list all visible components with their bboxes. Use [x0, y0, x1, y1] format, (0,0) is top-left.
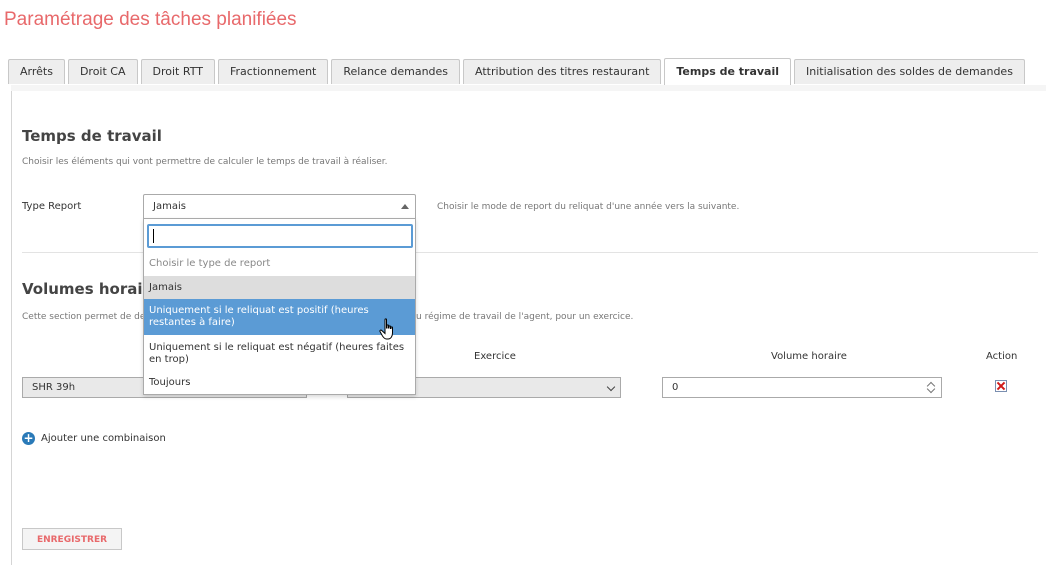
type-report-dropdown: Choisir le type de report Jamais Uniquem…	[143, 218, 416, 395]
volumes-description-right: u régime de travail de l'agent, pour un …	[416, 312, 634, 322]
text-caret	[153, 229, 154, 243]
dropdown-option-positif[interactable]: Uniquement si le reliquat est positif (h…	[144, 299, 415, 335]
dropdown-option-jamais[interactable]: Jamais	[144, 276, 415, 299]
save-button[interactable]: ENREGISTRER	[22, 528, 122, 550]
dropdown-option-negatif[interactable]: Uniquement si le reliquat est négatif (h…	[144, 335, 415, 372]
column-header-action: Action	[986, 351, 1018, 362]
type-report-help: Choisir le mode de report du reliquat d'…	[437, 202, 740, 212]
tab-attribution-titres-restaurant[interactable]: Attribution des titres restaurant	[463, 59, 662, 84]
column-header-volume-horaire: Volume horaire	[771, 351, 847, 362]
tab-fractionnement[interactable]: Fractionnement	[217, 59, 329, 84]
column-header-exercice: Exercice	[474, 351, 516, 362]
tab-bar: Arrêts Droit CA Droit RTT Fractionnement…	[8, 58, 1028, 85]
dropdown-option-placeholder: Choisir le type de report	[149, 258, 271, 269]
regime-value: SHR 39h	[32, 382, 76, 393]
section-title-temps-de-travail: Temps de travail	[22, 127, 162, 145]
caret-up-icon	[401, 204, 409, 209]
tab-relance-demandes[interactable]: Relance demandes	[331, 59, 461, 84]
plus-circle-icon: +	[22, 431, 35, 445]
hand-pointer-icon	[379, 318, 393, 340]
dropdown-search-input[interactable]	[147, 224, 413, 248]
tab-droit-rtt[interactable]: Droit RTT	[140, 59, 215, 84]
type-report-select[interactable]: Jamais	[143, 194, 416, 219]
panel-top-strip	[11, 85, 1046, 91]
add-combination-label: Ajouter une combinaison	[41, 433, 166, 444]
section-description: Choisir les éléments qui vont permettre …	[22, 157, 388, 167]
type-report-label: Type Report	[22, 201, 82, 212]
chevron-down-icon	[606, 382, 616, 392]
page-title: Paramétrage des tâches planifiées	[4, 9, 297, 30]
section-title-volumes-horaires: Volumes horair	[22, 280, 150, 298]
volume-horaire-input[interactable]: 0	[662, 377, 942, 398]
dropdown-option-toujours[interactable]: Toujours	[144, 372, 415, 394]
volume-horaire-value: 0	[672, 382, 679, 393]
tab-initialisation-soldes[interactable]: Initialisation des soldes de demandes	[794, 59, 1025, 84]
volumes-description-left: Cette section permet de de	[22, 312, 146, 322]
add-combination-button[interactable]: + Ajouter une combinaison	[22, 432, 166, 445]
tab-arrets[interactable]: Arrêts	[8, 59, 65, 84]
type-report-value: Jamais	[153, 201, 186, 212]
tab-droit-ca[interactable]: Droit CA	[67, 59, 138, 84]
tab-temps-de-travail[interactable]: Temps de travail	[664, 58, 792, 85]
delete-icon[interactable]	[995, 380, 1007, 392]
spinner-icon[interactable]	[926, 379, 938, 396]
